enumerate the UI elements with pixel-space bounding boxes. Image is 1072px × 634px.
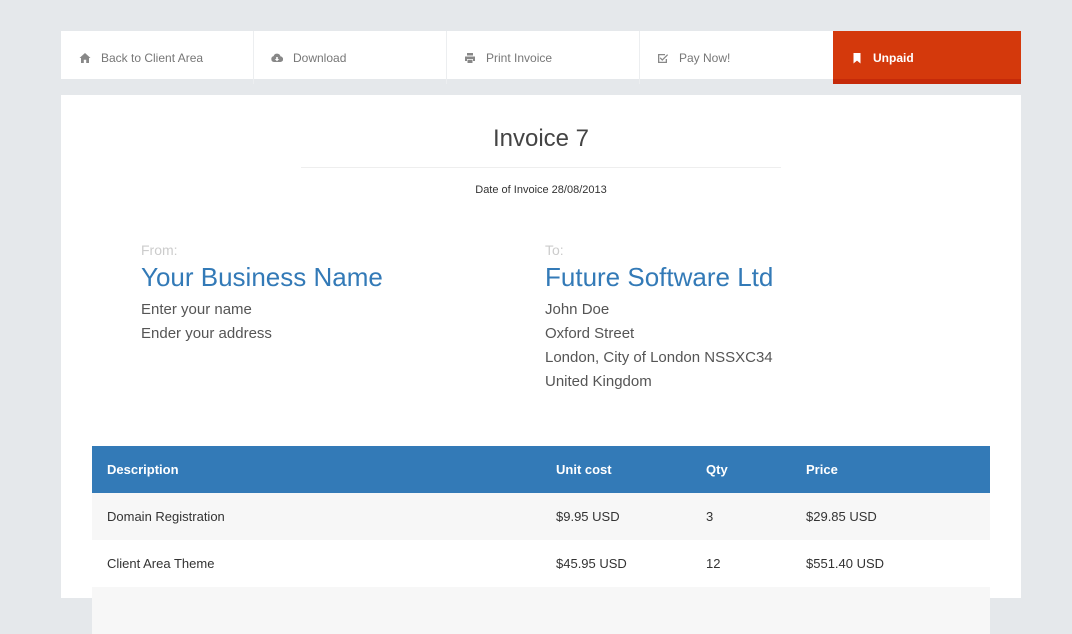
table-row: Client Area Theme $45.95 USD 12 $551.40 … xyxy=(92,540,990,587)
invoice-title: Invoice 7 xyxy=(492,125,590,152)
home-icon xyxy=(79,52,91,64)
to-address-line: John Doe xyxy=(545,301,610,318)
table-row: Domain Registration $9.95 USD 3 $29.85 U… xyxy=(92,493,990,540)
cell-unit-cost: $45.95 USD xyxy=(541,540,691,587)
table-row-partial xyxy=(92,587,990,634)
invoice-panel: Invoice 7 Date of Invoice 28/08/2013 Fro… xyxy=(61,95,1021,634)
to-block: To: Future Software Ltd John Doe Oxford … xyxy=(545,242,773,394)
cell-description: Client Area Theme xyxy=(92,540,541,587)
table-header-row: Description Unit cost Qty Price xyxy=(92,446,990,493)
bookmark-icon xyxy=(851,52,863,64)
column-header-price: Price xyxy=(791,446,990,493)
print-invoice-button[interactable]: Print Invoice xyxy=(447,31,640,84)
to-address-line: United Kingdom xyxy=(545,373,652,390)
cloud-download-icon xyxy=(271,52,283,64)
to-address-line: Oxford Street xyxy=(545,325,635,342)
cell-description: Domain Registration xyxy=(92,493,541,540)
back-to-client-area-label: Back to Client Area xyxy=(101,50,204,65)
column-header-description: Description xyxy=(92,446,541,493)
invoice-date: Date of Invoice 28/08/2013 xyxy=(475,184,607,196)
from-address-line: Enter your name xyxy=(141,301,252,318)
from-label: From: xyxy=(141,242,178,258)
pay-now-button[interactable]: Pay Now! xyxy=(640,31,833,84)
cell-unit-cost: $9.95 USD xyxy=(541,493,691,540)
download-label: Download xyxy=(293,50,347,65)
pay-now-label: Pay Now! xyxy=(679,50,731,65)
invoice-toolbar: Back to Client Area Download Print Invoi… xyxy=(61,31,1021,84)
to-company-name: Future Software Ltd xyxy=(545,262,774,292)
print-invoice-label: Print Invoice xyxy=(486,50,553,65)
cell-qty: 12 xyxy=(691,540,791,587)
invoice-status-badge: Unpaid xyxy=(833,31,1021,84)
to-label: To: xyxy=(545,242,564,258)
cell-price: $29.85 USD xyxy=(791,493,990,540)
from-business-name: Your Business Name xyxy=(141,262,383,292)
cell-price: $551.40 USD xyxy=(791,540,990,587)
invoice-items-table: Description Unit cost Qty Price Domain R… xyxy=(92,446,990,634)
print-icon xyxy=(464,52,476,64)
to-address-line: London, City of London NSSXC34 xyxy=(545,349,773,366)
download-button[interactable]: Download xyxy=(254,31,447,84)
check-square-icon xyxy=(657,52,669,64)
column-header-unit-cost: Unit cost xyxy=(541,446,691,493)
from-block: From: Your Business Name Enter your name… xyxy=(141,242,383,346)
from-address-line: Ender your address xyxy=(141,325,272,342)
cell-qty: 3 xyxy=(691,493,791,540)
title-divider xyxy=(301,167,781,168)
invoice-status-label: Unpaid xyxy=(873,50,914,65)
column-header-qty: Qty xyxy=(691,446,791,493)
back-to-client-area-button[interactable]: Back to Client Area xyxy=(61,31,254,84)
